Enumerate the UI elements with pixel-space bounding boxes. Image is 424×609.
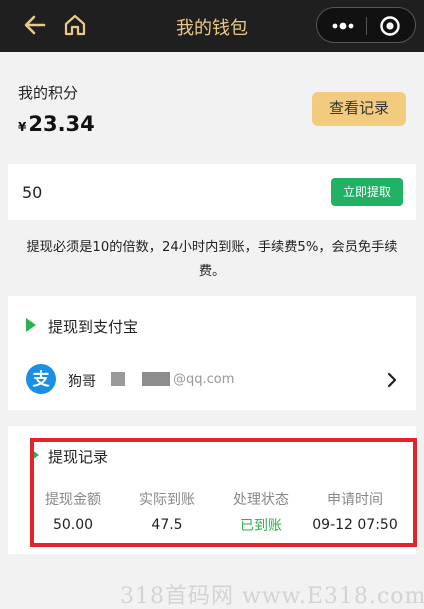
withdraw-now-button[interactable]: 立即提取: [331, 178, 403, 206]
masked-account-block: [142, 372, 170, 386]
points-label: 我的积分: [18, 84, 79, 102]
view-records-button[interactable]: 查看记录: [312, 92, 406, 126]
withdraw-amount-card: 立即提取: [8, 164, 416, 220]
masked-account-block: [111, 372, 125, 386]
points-amount: 23.34: [28, 112, 95, 136]
alipay-account-domain: @qq.com: [173, 372, 235, 387]
mini-program-capsule: [316, 7, 416, 43]
top-navbar: 我的钱包: [0, 0, 424, 52]
more-dots-icon[interactable]: [330, 17, 356, 35]
alipay-section-title: 提现到支付宝: [48, 318, 139, 336]
target-close-icon[interactable]: [379, 15, 401, 37]
points-section: 我的积分 ¥23.34 查看记录: [0, 52, 424, 162]
section-marker-icon: [26, 318, 36, 332]
notice-line-2: 费。: [198, 264, 226, 279]
withdraw-records-card: 提现记录 提现金额 实际到账 处理状态 申请时间 50.00 47.5 已到账 …: [8, 426, 417, 554]
capsule-divider: [366, 17, 367, 35]
notice-line-1: 提现必须是10的倍数，24小时内到账，手续费5%，会员免手续: [26, 240, 398, 255]
withdraw-amount-input[interactable]: [22, 180, 222, 204]
chevron-right-icon[interactable]: [386, 372, 398, 388]
highlight-frame: [30, 438, 417, 547]
watermark-text: 318首码网 www.E318.com: [120, 584, 424, 609]
alipay-logo-glyph: 支: [33, 369, 51, 390]
withdraw-notice: 提现必须是10的倍数，24小时内到账，手续费5%，会员免手续 费。: [0, 236, 424, 284]
alipay-account-name: 狗哥: [68, 374, 96, 390]
alipay-card: 提现到支付宝 支 狗哥 @qq.com: [8, 296, 416, 410]
currency-symbol: ¥: [18, 120, 27, 134]
points-balance: ¥23.34: [18, 112, 95, 136]
alipay-icon: 支: [26, 364, 56, 394]
